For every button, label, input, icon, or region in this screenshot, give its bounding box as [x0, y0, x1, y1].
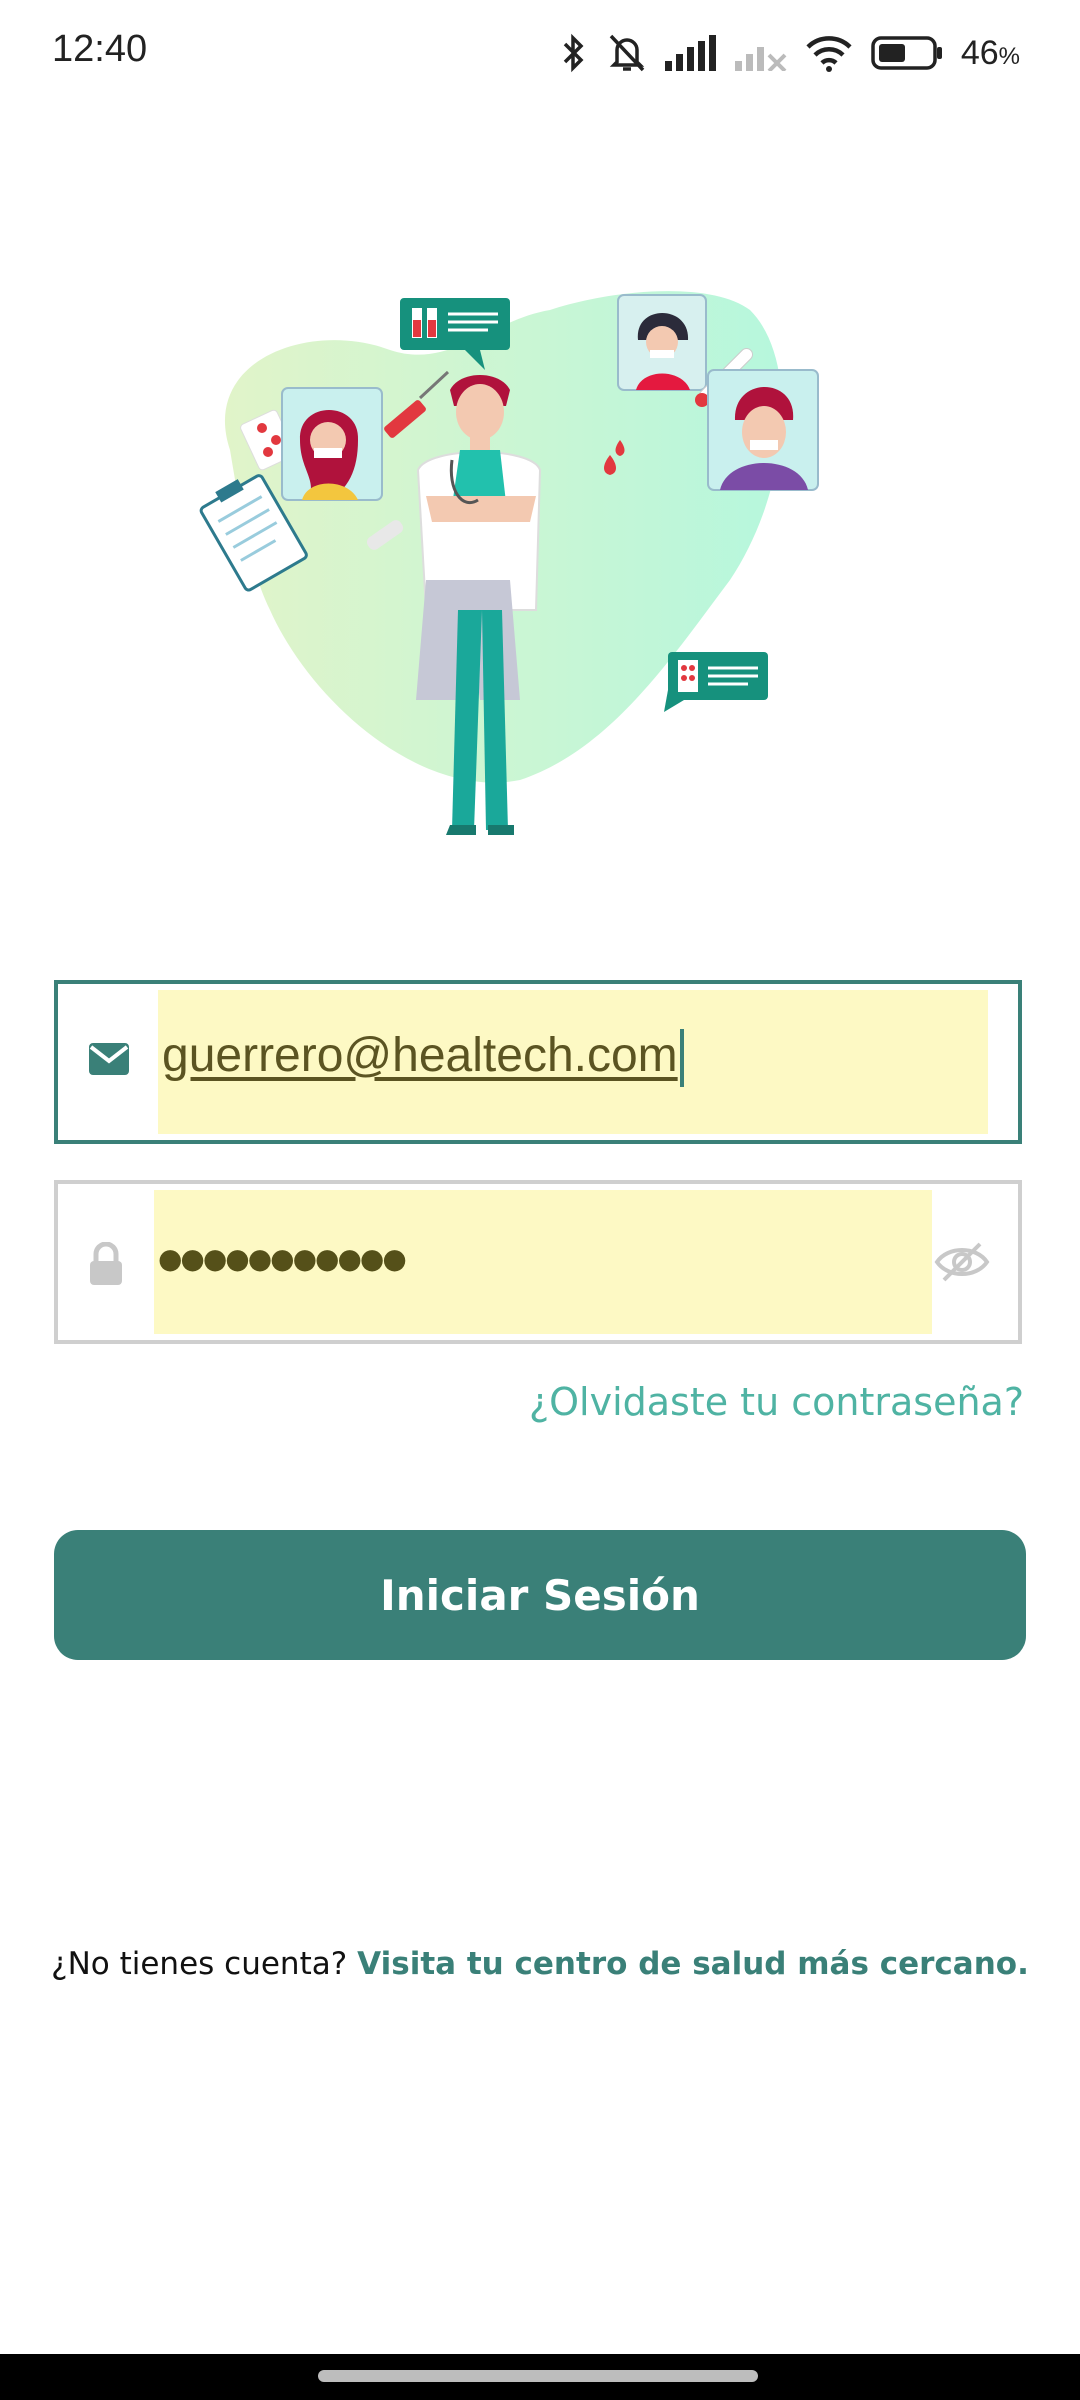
wifi-icon — [806, 36, 852, 72]
password-input[interactable]: ●●●●●●●●●●● — [158, 1242, 407, 1275]
eye-off-icon[interactable] — [934, 1240, 990, 1284]
status-icons: 46% — [559, 28, 1020, 78]
patient-girl-card — [617, 294, 707, 391]
signal-icon — [664, 35, 716, 71]
email-field[interactable]: guerrero@healtech.com — [54, 980, 1022, 1144]
login-button[interactable]: Iniciar Sesión — [54, 1530, 1026, 1660]
signup-prompt: ¿No tienes cuenta? — [51, 1946, 348, 1982]
lock-icon — [90, 1242, 122, 1285]
envelope-icon — [89, 1043, 129, 1075]
patient-woman-card — [281, 387, 383, 501]
signal-off-icon — [734, 47, 787, 71]
battery-icon — [871, 36, 942, 70]
battery-percent: 46% — [960, 33, 1020, 72]
status-bar: 12:40 46% — [0, 0, 1080, 100]
prescription-bubble-icon — [664, 652, 768, 712]
system-navigation-bar — [0, 2354, 1080, 2400]
bluetooth-icon — [563, 33, 584, 73]
status-time: 12:40 — [52, 28, 148, 70]
patient-man-card — [707, 369, 819, 491]
doctor-illustration — [199, 291, 819, 835]
bell-off-icon — [609, 34, 645, 72]
forgot-password-link[interactable]: ¿Olvidaste tu contraseña? — [529, 1380, 1024, 1424]
text-caret — [679, 1029, 684, 1088]
email-input[interactable]: guerrero@healtech.com — [162, 1028, 684, 1088]
password-field[interactable]: ●●●●●●●●●●● — [54, 1180, 1022, 1344]
signup-row: ¿No tienes cuenta? Visita tu centro de sa… — [0, 1946, 1080, 1982]
home-indicator[interactable] — [318, 2370, 758, 2382]
nearest-health-center-link[interactable]: Visita tu centro de salud más cercano. — [357, 1946, 1029, 1982]
